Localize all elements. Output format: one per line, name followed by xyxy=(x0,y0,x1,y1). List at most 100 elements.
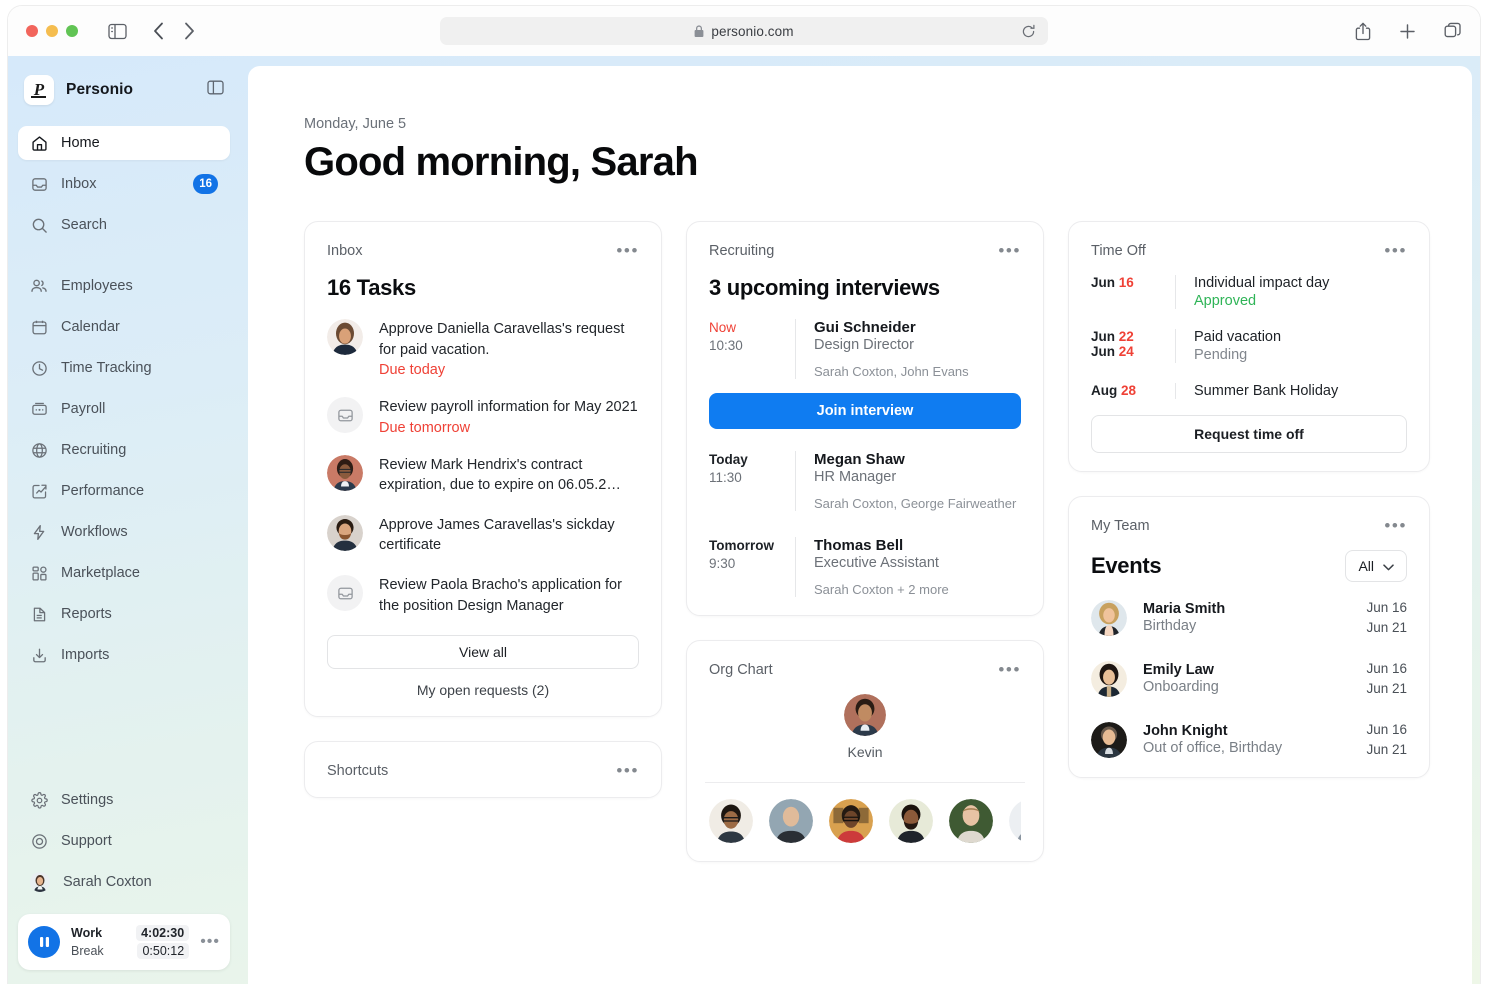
sidebar-item-user[interactable]: Sarah Coxton xyxy=(18,865,230,899)
lightning-icon xyxy=(30,523,48,541)
month: Jun xyxy=(1091,329,1116,344)
events-heading: Events xyxy=(1091,553,1162,578)
window-traffic-lights[interactable] xyxy=(26,25,78,37)
sidebar-item-performance[interactable]: Performance xyxy=(18,474,230,508)
list-item[interactable]: Tomorrow 9:30 Thomas Bell Executive Assi… xyxy=(709,537,1021,597)
more-icon[interactable]: ••• xyxy=(1384,242,1407,259)
list-item[interactable]: Now 10:30 Gui Schneider Design Director … xyxy=(709,319,1021,379)
avatar[interactable] xyxy=(949,799,993,843)
sidebar-item-workflows[interactable]: Workflows xyxy=(18,515,230,549)
status-badge: Approved xyxy=(1194,293,1257,309)
org-chart-root[interactable]: Kevin xyxy=(709,684,1021,764)
panel-collapse-icon[interactable] xyxy=(207,80,224,100)
sidebar-item-label: Home xyxy=(61,135,100,151)
task-body: Approve Daniella Caravellas's request fo… xyxy=(379,319,639,378)
chevron-left-icon[interactable] xyxy=(153,22,164,40)
list-item[interactable]: Approve James Caravellas's sickday certi… xyxy=(327,514,639,556)
maximize-window-button[interactable] xyxy=(66,25,78,37)
sidebar-item-support[interactable]: Support xyxy=(18,824,230,858)
sidebar-toggle-icon[interactable] xyxy=(108,23,127,40)
list-item[interactable]: Today 11:30 Megan Shaw HR Manager Sarah … xyxy=(709,451,1021,511)
sidebar-item-home[interactable]: Home xyxy=(18,126,230,160)
sidebar-item-search[interactable]: Search xyxy=(18,208,230,242)
event-dates: Jun 16 Jun 21 xyxy=(1366,720,1407,759)
list-item[interactable]: Review Paola Bracho's application for th… xyxy=(327,575,639,616)
current-date: Monday, June 5 xyxy=(304,116,407,132)
list-item[interactable]: Review Mark Hendrix's contract expiratio… xyxy=(327,454,639,496)
avatar[interactable] xyxy=(829,799,873,843)
recruiting-card: Recruiting ••• 3 upcoming interviews Now… xyxy=(686,221,1044,616)
chevron-right-icon[interactable] xyxy=(184,22,195,40)
avatar[interactable] xyxy=(769,799,813,843)
event-date-1: Jun 16 xyxy=(1366,600,1407,615)
list-item[interactable]: Review payroll information for May 2021 … xyxy=(327,397,639,436)
more-icon[interactable]: ••• xyxy=(200,934,220,950)
payroll-icon xyxy=(30,400,48,418)
avatar[interactable] xyxy=(709,799,753,843)
view-all-button[interactable]: View all xyxy=(327,635,639,670)
time-off-title: Summer Bank Holiday xyxy=(1194,383,1339,399)
task-body: Review Paola Bracho's application for th… xyxy=(379,575,639,616)
minimize-window-button[interactable] xyxy=(46,25,58,37)
day: 16 xyxy=(1118,275,1134,290)
more-icon[interactable]: ••• xyxy=(998,661,1021,678)
list-item[interactable]: John Knight Out of office, Birthday Jun … xyxy=(1091,720,1407,759)
sidebar-item-calendar[interactable]: Calendar xyxy=(18,310,230,344)
org-chart-reports[interactable] xyxy=(709,799,1021,843)
interview-role: Design Director xyxy=(814,337,914,353)
interview-when: Now 10:30 xyxy=(709,319,795,379)
more-icon[interactable]: ••• xyxy=(998,242,1021,259)
close-window-button[interactable] xyxy=(26,25,38,37)
navigation-arrows[interactable] xyxy=(153,22,195,40)
list-item[interactable]: Approve Daniella Caravellas's request fo… xyxy=(327,319,639,378)
sidebar-item-payroll[interactable]: Payroll xyxy=(18,392,230,426)
task-text: Approve Daniella Caravellas's request fo… xyxy=(379,321,625,358)
more-icon[interactable]: ••• xyxy=(616,242,639,259)
list-item[interactable]: Emily Law Onboarding Jun 16 Jun 21 xyxy=(1091,659,1407,698)
sidebar-item-label: Employees xyxy=(61,278,133,294)
sidebar-item-employees[interactable]: Employees xyxy=(18,269,230,303)
reload-icon[interactable] xyxy=(1021,24,1036,39)
avatar xyxy=(327,319,363,355)
list-item[interactable]: Jun 16 Individual impact day Approved xyxy=(1091,275,1407,309)
sidebar-item-marketplace[interactable]: Marketplace xyxy=(18,556,230,590)
task-text: Approve James Caravellas's sickday certi… xyxy=(379,516,615,554)
interview-time: 10:30 xyxy=(709,338,743,353)
sidebar-item-label: Inbox xyxy=(61,176,97,192)
list-item[interactable]: Maria Smith Birthday Jun 16 Jun 21 xyxy=(1091,598,1407,637)
org-chart-card-header: Org Chart ••• xyxy=(709,661,1021,678)
request-time-off-button[interactable]: Request time off xyxy=(1091,415,1407,453)
avatar[interactable] xyxy=(889,799,933,843)
join-interview-button[interactable]: Join interview xyxy=(709,393,1021,429)
more-icon[interactable]: ••• xyxy=(1384,517,1407,534)
interview-details: Gui Schneider Design Director Sarah Coxt… xyxy=(795,319,1021,379)
pause-icon[interactable] xyxy=(28,926,60,958)
interview-day: Tomorrow xyxy=(709,538,774,553)
avatar[interactable] xyxy=(1009,799,1021,843)
events-filter-select[interactable]: All xyxy=(1345,550,1407,582)
tabs-overview-icon[interactable] xyxy=(1444,22,1462,40)
import-icon xyxy=(30,646,48,664)
time-tracking-widget[interactable]: Work 4:02:30 Break 0:50:12 ••• xyxy=(18,914,230,970)
share-icon[interactable] xyxy=(1355,22,1371,41)
sidebar-item-settings[interactable]: Settings xyxy=(18,783,230,817)
sidebar-item-label: Support xyxy=(61,833,112,849)
sidebar-item-label: Payroll xyxy=(61,401,106,417)
time-off-date-line: Jun 22 xyxy=(1091,329,1175,344)
list-item[interactable]: Aug 28 Summer Bank Holiday xyxy=(1091,383,1407,399)
sidebar-item-reports[interactable]: Reports xyxy=(18,597,230,631)
plus-icon[interactable] xyxy=(1399,23,1416,40)
time-off-title: Paid vacation xyxy=(1194,329,1282,345)
timer-break-row: Break 0:50:12 xyxy=(71,943,190,959)
day: 24 xyxy=(1118,344,1134,359)
interview-role: HR Manager xyxy=(814,469,897,485)
sidebar-item-inbox[interactable]: Inbox 16 xyxy=(18,167,230,201)
sidebar-item-recruiting[interactable]: Recruiting xyxy=(18,433,230,467)
list-item[interactable]: Jun 22 Jun 24 Paid vacation Pending xyxy=(1091,329,1407,363)
user-avatar xyxy=(30,872,50,892)
sidebar-item-imports[interactable]: Imports xyxy=(18,638,230,672)
my-open-requests-link[interactable]: My open requests (2) xyxy=(327,682,639,698)
sidebar-item-time-tracking[interactable]: Time Tracking xyxy=(18,351,230,385)
address-bar[interactable]: personio.com xyxy=(440,17,1048,45)
more-icon[interactable]: ••• xyxy=(616,762,639,779)
